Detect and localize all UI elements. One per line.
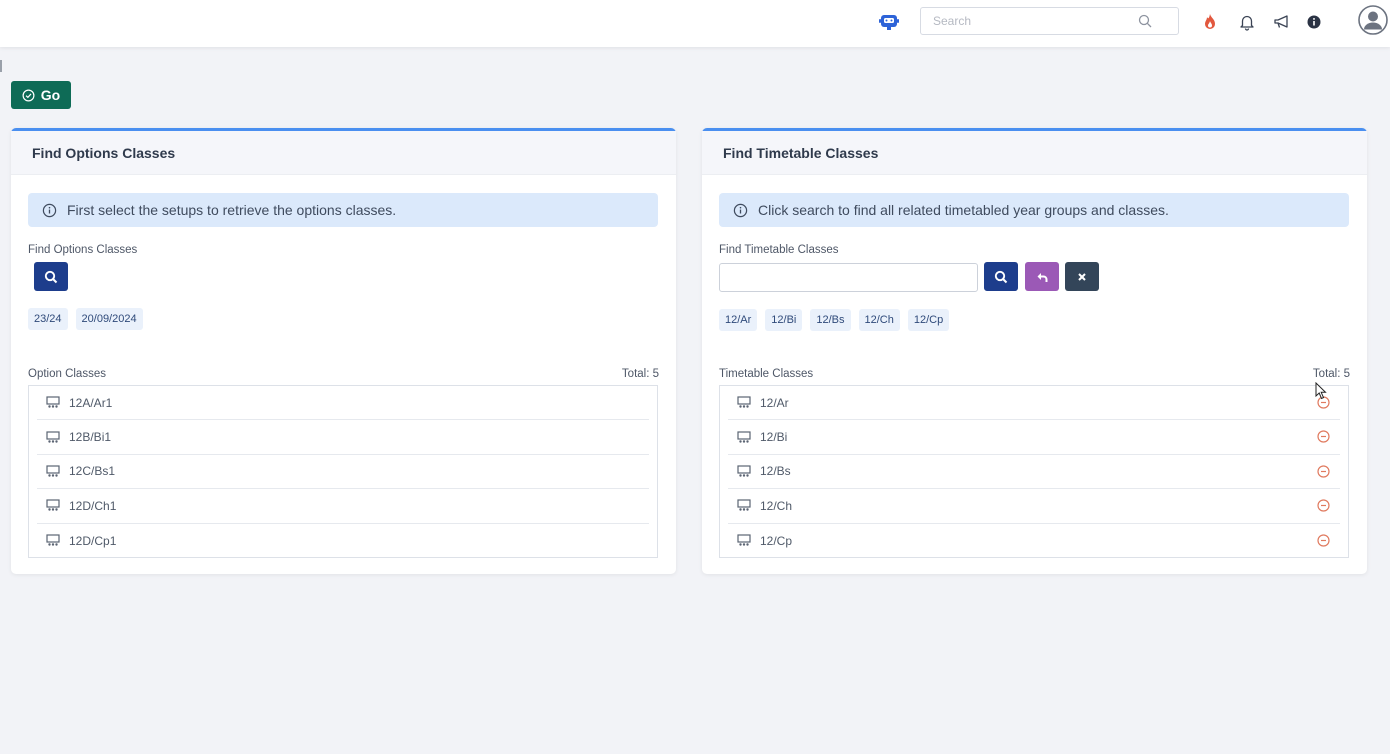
info-icon [42,203,57,217]
class-name: 12/Cp [760,533,793,548]
top-bar [0,0,1390,47]
close-icon [1078,272,1086,281]
list-item[interactable]: 12C/Bs1 [37,455,649,490]
list-item[interactable]: 12A/Ar1 [37,386,649,421]
timetable-classes-input[interactable] [719,263,978,292]
setup-chip[interactable]: 20/09/2024 [75,308,143,330]
panel-title: Find Options Classes [11,131,676,175]
list-item[interactable]: 12D/Ch1 [37,489,649,524]
clear-button[interactable] [1065,262,1099,291]
field-label: Find Timetable Classes [719,244,839,256]
classroom-icon [737,396,751,408]
list-item[interactable]: 12/Bs [728,455,1340,490]
classroom-icon [737,465,751,477]
class-name: 12A/Ar1 [69,395,113,410]
search-icon [44,270,58,283]
search-options-button[interactable] [34,262,68,291]
search-timetable-button[interactable] [984,262,1018,291]
classroom-icon [737,534,751,546]
undo-icon [1037,272,1048,282]
option-classes-list: 12A/Ar1 12B/Bi1 12C/Bs1 12D/Ch1 12D/Cp1 [28,385,658,558]
field-label: Find Options Classes [28,244,138,256]
class-name: 12B/Bi1 [69,430,112,445]
info-icon[interactable] [1305,13,1323,31]
panel-title: Find Timetable Classes [702,131,1367,175]
classroom-icon [46,499,60,512]
global-search [920,7,1179,35]
class-name: 12D/Cp1 [69,533,117,548]
info-text: First select the setups to retrieve the … [67,202,397,218]
class-name: 12D/Ch1 [69,498,117,513]
classroom-icon [46,465,60,477]
bell-icon[interactable] [1238,13,1256,31]
go-button-label: Go [40,87,61,103]
class-name: 12C/Bs1 [69,464,116,479]
minus-circle-icon[interactable] [1317,533,1330,547]
list-label: Option Classes [28,368,106,380]
undo-button[interactable] [1025,262,1059,291]
class-name: 12/Bi [760,430,788,445]
classroom-icon [46,430,60,443]
info-icon [733,203,748,217]
setup-chip[interactable]: 23/24 [28,308,68,330]
classroom-icon [46,396,60,408]
search-icon [994,270,1008,283]
options-classes-panel: Find Options Classes First select the se… [11,128,676,574]
info-text: Click search to find all related timetab… [758,202,1169,218]
minus-circle-icon[interactable] [1317,465,1330,478]
list-label: Timetable Classes [719,368,814,380]
info-banner: First select the setups to retrieve the … [28,193,658,227]
class-name: 12/Ch [760,498,793,513]
list-item[interactable]: 12/Cp [728,524,1340,558]
class-chips: 12/Ar 12/Bi 12/Bs 12/Ch 12/Cp [719,309,950,331]
fire-icon[interactable] [1201,13,1219,31]
class-chip[interactable]: 12/Cp [907,309,950,331]
list-item[interactable]: 12/Ar [728,386,1340,421]
list-item[interactable]: 12/Ch [728,489,1340,524]
timetable-classes-panel: Find Timetable Classes Click search to f… [702,128,1367,574]
list-item[interactable]: 12/Bi [728,420,1340,455]
class-chip[interactable]: 12/Ch [858,309,900,331]
list-item[interactable]: 12B/Bi1 [37,420,649,455]
minus-circle-icon[interactable] [1317,499,1330,512]
list-total: Total: 5 [1312,368,1350,380]
class-chip[interactable]: 12/Ar [719,309,758,331]
search-icon[interactable] [1138,14,1152,28]
mouse-cursor-icon [1315,382,1327,400]
classroom-icon [737,499,751,512]
timetable-classes-list: 12/Ar 12/Bi 12/Bs 12/Ch 12/Cp [719,385,1349,558]
info-banner: Click search to find all related timetab… [719,193,1349,227]
list-total: Total: 5 [621,368,659,380]
class-name: 12/Ar [760,395,789,410]
minus-circle-icon[interactable] [1317,430,1330,443]
class-chip[interactable]: 12/Bs [810,309,851,331]
search-input[interactable] [933,8,1143,34]
class-name: 12/Bs [760,464,791,479]
classroom-icon [737,430,751,443]
user-avatar-icon[interactable] [1358,5,1388,35]
go-button[interactable]: Go [11,81,71,109]
megaphone-icon[interactable] [1273,13,1291,31]
chatbot-icon[interactable] [878,11,900,33]
check-circle-icon [22,89,35,101]
list-item[interactable]: 12D/Cp1 [37,524,649,558]
class-chip[interactable]: 12/Bi [765,309,803,331]
classroom-icon [46,534,60,546]
setup-chips: 23/24 20/09/2024 [28,308,143,330]
sidebar-toggle-handle[interactable] [0,60,2,72]
